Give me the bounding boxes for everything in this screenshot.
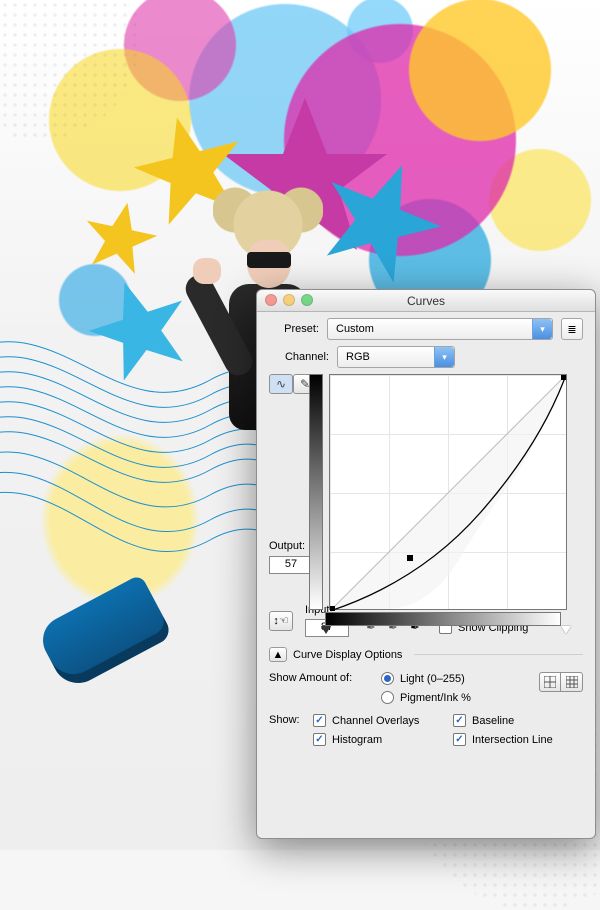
channel-overlays-label: Channel Overlays [332,715,419,727]
disclosure-label: Curve Display Options [293,649,402,661]
intersection-checkbox[interactable] [453,733,466,746]
curve-graph[interactable] [329,374,567,610]
chevron-up-icon: ▲ [273,649,284,661]
output-label: Output: [269,540,305,552]
histogram-label: Histogram [332,734,382,746]
baseline-label: Baseline [472,715,514,727]
show-amount-label: Show Amount of: [269,672,373,684]
grid-fine-icon [566,676,578,688]
histogram-checkbox[interactable] [313,733,326,746]
chevron-updown-icon: ▾ [532,319,552,339]
preset-value: Custom [336,323,374,335]
output-gradient [309,374,323,610]
chevron-updown-icon: ▾ [434,347,454,367]
channel-label: Channel: [269,351,329,363]
on-image-adjust-button[interactable]: ↕☜ [269,611,293,631]
show-label: Show: [269,714,305,726]
white-point-slider[interactable] [561,626,571,634]
preset-menu-button[interactable]: ≣ [561,318,583,340]
zoom-icon[interactable] [301,294,313,306]
grid-coarse-icon [544,676,556,688]
dialog-title: Curves [407,294,445,308]
black-point-slider[interactable] [321,626,331,634]
curves-dialog: Curves Preset: Custom ▾ ≣ Channel: RGB ▾… [256,289,596,839]
menu-icon: ≣ [567,323,576,336]
hand-updown-icon: ↕☜ [273,614,288,627]
preset-label: Preset: [269,323,319,335]
curve-plot [330,375,566,611]
amount-light-label: Light (0–255) [400,673,465,685]
channel-overlays-checkbox[interactable] [313,714,326,727]
grid-simple-button[interactable] [539,672,561,692]
channel-value: RGB [346,351,370,363]
input-gradient [325,612,561,626]
amount-pigment-radio[interactable] [381,691,394,704]
minimize-icon[interactable] [283,294,295,306]
dialog-titlebar[interactable]: Curves [257,290,595,312]
channel-select[interactable]: RGB ▾ [337,346,455,368]
intersection-label: Intersection Line [472,734,553,746]
disclosure-toggle[interactable]: ▲ [269,647,287,662]
amount-light-radio[interactable] [381,672,394,685]
grid-detailed-button[interactable] [561,672,583,692]
close-icon[interactable] [265,294,277,306]
curve-tool-point[interactable]: ∿ [269,374,293,394]
baseline-checkbox[interactable] [453,714,466,727]
output-input[interactable]: 57 [269,556,313,574]
preset-select[interactable]: Custom ▾ [327,318,553,340]
amount-pigment-label: Pigment/Ink % [400,692,471,704]
